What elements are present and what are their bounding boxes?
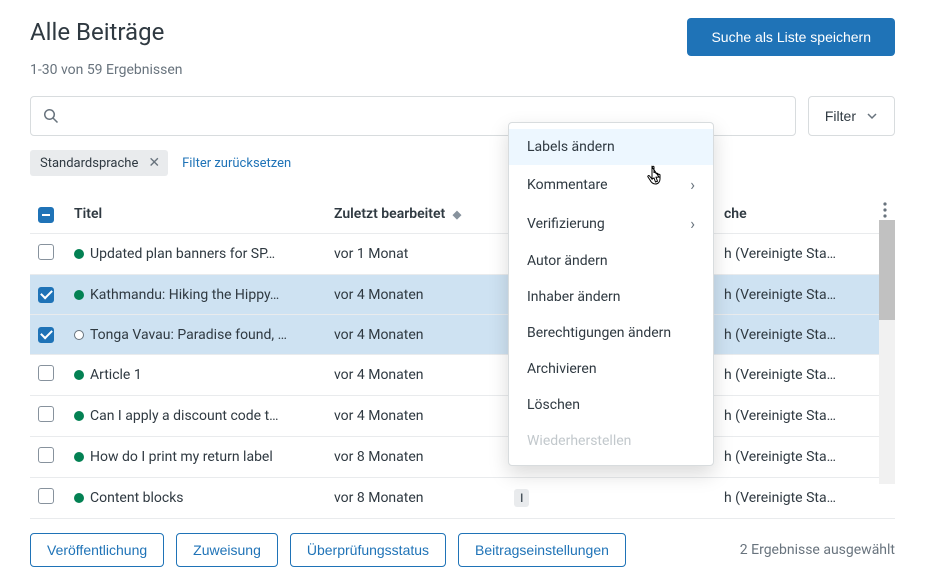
last-edited-cell: vor 1 Monat — [326, 234, 506, 275]
last-edited-cell: vor 8 Monaten — [326, 437, 506, 478]
assign-button[interactable]: Zuweisung — [176, 533, 278, 567]
menu-item-label: Berechtigungen ändern — [527, 325, 671, 341]
menu-item-label: Labels ändern — [527, 139, 615, 155]
menu-item[interactable]: Labels ändern — [509, 129, 713, 165]
scrollbar-thumb[interactable] — [879, 220, 895, 320]
status-dot — [74, 493, 84, 503]
article-title[interactable]: How do I print my return label — [90, 449, 273, 465]
selection-count: 2 Ergebnisse ausgewählt — [740, 542, 895, 558]
article-title[interactable]: Tonga Vavau: Paradise found, … — [90, 327, 287, 343]
row-checkbox[interactable] — [38, 287, 54, 303]
menu-item[interactable]: Verifizierung › — [509, 204, 713, 243]
last-edited-cell: vor 4 Monaten — [326, 315, 506, 355]
menu-item[interactable]: Kommentare › — [509, 165, 713, 204]
chevron-right-icon: › — [690, 175, 695, 194]
table-row[interactable]: Kathmandu: Hiking the Hippy… vor 4 Monate… — [30, 275, 895, 315]
last-edited-cell: vor 4 Monaten — [326, 355, 506, 396]
filter-tag-label: Standardsprache — [40, 156, 138, 171]
menu-item-label: Kommentare — [527, 177, 608, 193]
filter-tag: Standardsprache ✕ — [30, 150, 168, 176]
status-dot — [74, 411, 84, 421]
table-row[interactable]: Can I apply a discount code t… vor 4 Mona… — [30, 396, 895, 437]
table-row[interactable]: Content blocks vor 8 Monaten Ih (Vereinigt… — [30, 478, 895, 519]
status-dot — [74, 452, 84, 462]
menu-item-label: Wiederherstellen — [527, 433, 631, 449]
row-checkbox[interactable] — [38, 488, 54, 504]
results-count: 1-30 von 59 Ergebnissen — [30, 62, 895, 78]
menu-item-label: Inhaber ändern — [527, 289, 621, 305]
table-row[interactable]: Tonga Vavau: Paradise found, … vor 4 Mona… — [30, 315, 895, 355]
articles-table: Titel Zuletzt bearbeitet ◆ Ü che Updated… — [30, 194, 895, 518]
article-title[interactable]: Article 1 — [90, 367, 142, 383]
select-all-checkbox[interactable] — [38, 207, 54, 223]
language-cell: h (Vereinigte Sta… — [716, 396, 895, 437]
publish-button[interactable]: Veröffentlichung — [30, 533, 164, 567]
row-checkbox[interactable] — [38, 447, 54, 463]
chevron-down-icon — [866, 110, 878, 122]
chevron-right-icon: › — [690, 214, 695, 233]
menu-item[interactable]: Berechtigungen ändern — [509, 315, 713, 351]
table-row[interactable]: Article 1 vor 4 Monaten h (Vereinigte Sta… — [30, 355, 895, 396]
last-edited-cell: vor 8 Monaten — [326, 478, 506, 519]
row-checkbox[interactable] — [38, 244, 54, 260]
language-cell: h (Vereinigte Sta… — [716, 315, 895, 355]
table-row[interactable]: How do I print my return label vor 8 Mona… — [30, 437, 895, 478]
language-cell: h (Vereinigte Sta… — [716, 234, 895, 275]
article-settings-button[interactable]: Beitragseinstellungen — [458, 533, 626, 567]
scrollbar[interactable] — [879, 220, 895, 484]
language-cell: h (Vereinigte Sta… — [716, 355, 895, 396]
sort-icon: ◆ — [453, 208, 461, 221]
status-dot — [74, 370, 84, 380]
search-icon — [43, 108, 59, 124]
language-cell: h (Vereinigte Sta… — [716, 478, 895, 519]
bulk-actions-menu: Labels ändern Kommentare › Verifizierung › Au… — [508, 122, 714, 466]
menu-item[interactable]: Inhaber ändern — [509, 279, 713, 315]
table-row[interactable]: Updated plan banners for SP… vor 1 Monat h… — [30, 234, 895, 275]
close-icon[interactable]: ✕ — [148, 155, 160, 171]
status-badge: I — [514, 489, 529, 507]
menu-item-label: Löschen — [527, 397, 580, 413]
menu-item-label: Verifizierung — [527, 216, 605, 232]
menu-item[interactable]: Archivieren — [509, 351, 713, 387]
filter-button-label: Filter — [825, 108, 856, 124]
save-search-button[interactable]: Suche als Liste speichern — [687, 18, 895, 56]
last-edited-cell: vor 4 Monaten — [326, 396, 506, 437]
language-cell: h (Vereinigte Sta… — [716, 437, 895, 478]
article-title[interactable]: Content blocks — [90, 490, 184, 506]
menu-item-label: Archivieren — [527, 361, 597, 377]
column-header-language[interactable]: che — [716, 194, 895, 234]
review-status-button[interactable]: Überprüfungsstatus — [290, 533, 446, 567]
column-header-title[interactable]: Titel — [66, 194, 326, 234]
filter-button[interactable]: Filter — [808, 96, 895, 136]
column-header-last-edited[interactable]: Zuletzt bearbeitet ◆ — [326, 194, 506, 234]
row-checkbox[interactable] — [38, 406, 54, 422]
article-title[interactable]: Updated plan banners for SP… — [90, 246, 275, 262]
menu-item[interactable]: Löschen — [509, 387, 713, 423]
menu-item-label: Autor ändern — [527, 253, 608, 269]
status-dot — [74, 330, 84, 340]
article-title[interactable]: Can I apply a discount code t… — [90, 408, 279, 424]
page-title: Alle Beiträge — [30, 18, 164, 46]
menu-item: Wiederherstellen — [509, 423, 713, 459]
last-edited-cell: vor 4 Monaten — [326, 275, 506, 315]
reset-filters-link[interactable]: Filter zurücksetzen — [182, 156, 291, 171]
row-checkbox[interactable] — [38, 327, 54, 343]
status-dot — [74, 249, 84, 259]
status-dot — [74, 290, 84, 300]
article-title[interactable]: Kathmandu: Hiking the Hippy… — [90, 287, 279, 303]
language-cell: h (Vereinigte Sta… — [716, 275, 895, 315]
row-checkbox[interactable] — [38, 365, 54, 381]
menu-item[interactable]: Autor ändern — [509, 243, 713, 279]
